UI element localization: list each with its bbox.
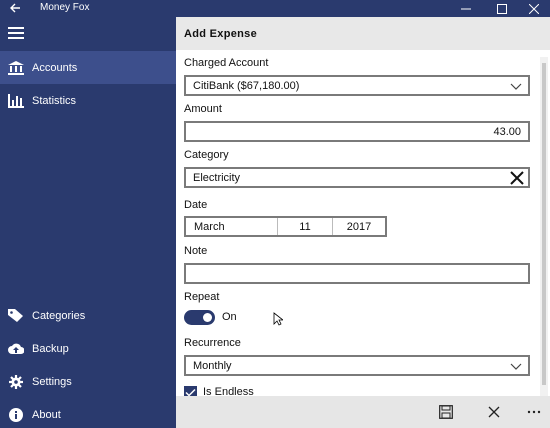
sidebar-item-label: Settings bbox=[32, 375, 72, 388]
page-header: Add Expense bbox=[176, 17, 550, 50]
date-day: 11 bbox=[278, 218, 333, 235]
repeat-label: Repeat bbox=[184, 291, 220, 303]
chevron-down-icon bbox=[510, 81, 522, 91]
maximize-button[interactable] bbox=[486, 0, 518, 17]
title-bar: Money Fox bbox=[0, 0, 550, 17]
minimize-button[interactable] bbox=[450, 0, 482, 17]
category-field[interactable]: Electricity bbox=[184, 167, 530, 188]
sidebar-item-label: Categories bbox=[32, 309, 86, 322]
save-button[interactable] bbox=[437, 403, 455, 421]
vertical-scrollbar[interactable] bbox=[540, 57, 548, 397]
ellipsis-icon bbox=[527, 410, 541, 414]
sidebar-item-categories[interactable]: Categories bbox=[0, 299, 176, 332]
sidebar-item-label: About bbox=[32, 408, 61, 421]
mouse-cursor-icon bbox=[273, 312, 285, 329]
sidebar-item-about[interactable]: About bbox=[0, 398, 176, 428]
back-arrow-icon[interactable] bbox=[8, 1, 24, 15]
cloud-upload-icon bbox=[0, 342, 32, 356]
chevron-down-icon bbox=[510, 361, 522, 371]
date-label: Date bbox=[184, 199, 208, 211]
date-picker[interactable]: March 11 2017 bbox=[184, 216, 387, 237]
note-label: Note bbox=[184, 245, 208, 257]
clear-category-icon[interactable] bbox=[510, 171, 524, 185]
close-window-button[interactable] bbox=[518, 0, 550, 17]
category-label: Category bbox=[184, 149, 229, 161]
page-title: Add Expense bbox=[184, 28, 257, 40]
more-options-button[interactable] bbox=[525, 403, 543, 421]
date-year: 2017 bbox=[346, 220, 372, 233]
recurrence-label: Recurrence bbox=[184, 337, 241, 349]
sidebar-item-label: Accounts bbox=[32, 61, 78, 74]
sidebar-item-label: Backup bbox=[32, 342, 69, 355]
sidebar-item-backup[interactable]: Backup bbox=[0, 332, 176, 365]
category-value: Electricity bbox=[193, 171, 241, 184]
charged-account-select[interactable]: CitiBank ($67,180.00) bbox=[184, 75, 530, 96]
save-icon bbox=[439, 405, 453, 419]
bank-icon bbox=[0, 60, 32, 75]
amount-label: Amount bbox=[184, 103, 222, 115]
sidebar-item-accounts[interactable]: Accounts bbox=[0, 51, 176, 84]
recurrence-select[interactable]: Monthly bbox=[184, 355, 530, 376]
sidebar-item-label: Statistics bbox=[32, 94, 77, 107]
recurrence-value: Monthly bbox=[193, 359, 232, 372]
charged-account-label: Charged Account bbox=[184, 57, 269, 69]
tag-icon bbox=[0, 308, 32, 323]
command-bar bbox=[176, 396, 550, 428]
gear-icon bbox=[0, 374, 32, 389]
repeat-toggle[interactable] bbox=[184, 310, 215, 325]
bar-chart-icon bbox=[0, 93, 32, 108]
date-month: March bbox=[186, 218, 278, 235]
charged-account-value: CitiBank ($67,180.00) bbox=[193, 79, 300, 92]
repeat-state: On bbox=[222, 311, 237, 323]
sidebar: Accounts Statistics Categories Backup Se… bbox=[0, 17, 176, 428]
close-icon bbox=[488, 406, 500, 418]
scrollbar-thumb[interactable] bbox=[542, 63, 546, 385]
window-title: Money Fox bbox=[40, 2, 90, 13]
cancel-button[interactable] bbox=[485, 403, 503, 421]
content-pane: Add Expense Charged Account CitiBank ($6… bbox=[176, 17, 550, 428]
sidebar-item-statistics[interactable]: Statistics bbox=[0, 84, 176, 117]
amount-input[interactable]: 43.00 bbox=[184, 121, 530, 142]
hamburger-menu-icon[interactable] bbox=[8, 27, 24, 41]
info-icon bbox=[0, 407, 32, 422]
note-input[interactable] bbox=[184, 263, 530, 284]
amount-value: 43.00 bbox=[493, 125, 521, 138]
sidebar-item-settings[interactable]: Settings bbox=[0, 365, 176, 398]
toggle-knob bbox=[203, 313, 212, 322]
